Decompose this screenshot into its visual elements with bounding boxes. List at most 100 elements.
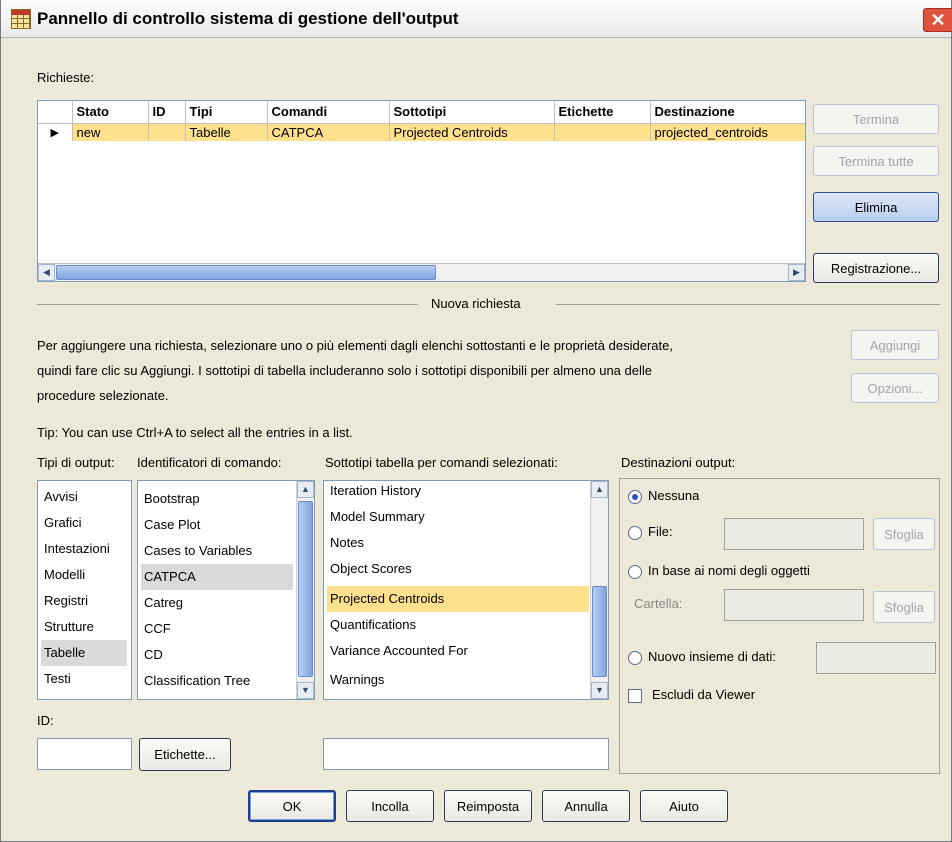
output-management-dialog: Pannello di controllo sistema di gestion…	[0, 0, 952, 842]
list-item[interactable]: Testi	[41, 666, 127, 692]
list-item[interactable]: Iteration History	[327, 481, 589, 504]
table-subtypes-label: Sottotipi tabella per comandi selezionat…	[325, 455, 558, 470]
cell-sottotipi[interactable]: Projected Centroids	[389, 123, 555, 141]
id-label: ID:	[37, 713, 54, 728]
annulla-button[interactable]: Annulla	[542, 790, 630, 822]
requests-grid[interactable]: Stato ID Tipi Comandi Sottotipi Etichett…	[37, 100, 806, 282]
list-item-selected[interactable]: Tabelle	[41, 640, 127, 666]
separator-right	[556, 304, 940, 305]
sfoglia-folder-button[interactable]: Sfoglia	[873, 591, 935, 623]
termina-button[interactable]: Termina	[813, 104, 939, 134]
scroll-down-icon[interactable]: ▼	[591, 682, 608, 699]
list-item[interactable]: Case Plot	[141, 512, 293, 538]
list-item[interactable]: Avvisi	[41, 484, 127, 510]
list-item[interactable]: Strutture	[41, 614, 127, 640]
vertical-scroll-thumb[interactable]	[298, 501, 313, 677]
incolla-button[interactable]: Incolla	[346, 790, 434, 822]
list-item[interactable]: Notes	[327, 530, 589, 556]
list-item[interactable]: Model Summary	[327, 504, 589, 530]
scroll-up-icon[interactable]: ▲	[297, 481, 314, 498]
command-ids-list[interactable]: Bootstrap Case Plot Cases to Variables C…	[137, 480, 315, 700]
dataset-name-field[interactable]	[816, 642, 936, 674]
scroll-down-icon[interactable]: ▼	[297, 682, 314, 699]
command-ids-label: Identificatori di comando:	[137, 455, 282, 470]
exclude-viewer-label: Escludi da Viewer	[652, 687, 756, 702]
requests-horizontal-scrollbar[interactable]: ◀ ▶	[38, 263, 805, 281]
col-tipi[interactable]: Tipi	[185, 101, 268, 124]
table-subtypes-list[interactable]: Iteration History Model Summary Notes Ob…	[323, 480, 609, 700]
col-id[interactable]: ID	[148, 101, 186, 124]
list-item[interactable]: Warnings	[327, 667, 589, 693]
radio-nessuna[interactable]	[628, 490, 642, 504]
list-item[interactable]: Cases to Variables	[141, 538, 293, 564]
list-item[interactable]: Registri	[41, 588, 127, 614]
col-stato[interactable]: Stato	[72, 101, 149, 124]
row-header-corner	[38, 101, 73, 124]
radio-by-object-names[interactable]	[628, 565, 642, 579]
close-icon[interactable]: ✕	[923, 8, 952, 32]
folder-path-field[interactable]	[724, 589, 864, 621]
radio-file[interactable]	[628, 526, 642, 540]
col-destinazione[interactable]: Destinazione	[650, 101, 805, 124]
requests-header-row: Stato ID Tipi Comandi Sottotipi Etichett…	[38, 101, 805, 124]
scroll-right-icon[interactable]: ▶	[788, 264, 805, 281]
new-dataset-label: Nuovo insieme di dati:	[648, 649, 776, 664]
vertical-scroll-thumb[interactable]	[592, 586, 607, 677]
id-input[interactable]	[37, 738, 132, 770]
scroll-up-icon[interactable]: ▲	[591, 481, 608, 498]
cell-comandi[interactable]: CATPCA	[267, 123, 390, 141]
list-item[interactable]: Variance Accounted For	[327, 638, 589, 664]
window-title: Pannello di controllo sistema di gestion…	[37, 9, 459, 28]
radio-new-dataset[interactable]	[628, 651, 642, 665]
cell-tipi[interactable]: Tabelle	[185, 123, 268, 141]
table-subtypes-scrollbar[interactable]: ▲ ▼	[590, 481, 608, 699]
cell-id[interactable]	[148, 123, 186, 141]
requests-label: Richieste:	[37, 70, 95, 85]
title-bar: Pannello di controllo sistema di gestion…	[1, 0, 952, 38]
output-types-label: Tipi di output:	[37, 455, 115, 470]
etichette-button[interactable]: Etichette...	[139, 738, 231, 771]
instructions-line-3: procedure selezionate.	[37, 388, 169, 403]
destinations-label: Destinazioni output:	[621, 455, 736, 470]
separator-left	[37, 304, 418, 305]
list-item[interactable]: Intestazioni	[41, 536, 127, 562]
list-item[interactable]: Modelli	[41, 562, 127, 588]
aiuto-button[interactable]: Aiuto	[640, 790, 728, 822]
cell-stato[interactable]: new	[72, 123, 149, 141]
table-row[interactable]: ▶ new Tabelle CATPCA Projected Centroids…	[38, 123, 805, 141]
subtype-label-input[interactable]	[323, 738, 609, 770]
col-sottotipi[interactable]: Sottotipi	[389, 101, 555, 124]
scroll-left-icon[interactable]: ◀	[38, 264, 55, 281]
by-object-names-label: In base ai nomi degli oggetti	[648, 563, 810, 578]
cell-destinazione[interactable]: projected_centroids	[650, 123, 805, 141]
list-item[interactable]: CD	[141, 642, 293, 668]
destinations-group: Nessuna File: Sfoglia In base ai nomi de…	[619, 478, 940, 774]
list-item[interactable]: Bootstrap	[141, 486, 293, 512]
list-item[interactable]: Grafici	[41, 510, 127, 536]
list-item[interactable]: Classification Tree	[141, 668, 293, 694]
exclude-viewer-checkbox[interactable]	[628, 689, 642, 703]
command-ids-scrollbar[interactable]: ▲ ▼	[296, 481, 314, 699]
row-selector-icon: ▶	[38, 123, 73, 141]
list-item[interactable]: Quantifications	[327, 612, 589, 638]
list-item[interactable]: Object Scores	[327, 556, 589, 582]
col-etichette[interactable]: Etichette	[554, 101, 651, 124]
file-path-field[interactable]	[724, 518, 864, 550]
reimposta-button[interactable]: Reimposta	[444, 790, 532, 822]
sfoglia-file-button[interactable]: Sfoglia	[873, 518, 935, 550]
elimina-button[interactable]: Elimina	[813, 192, 939, 222]
list-item[interactable]: Catreg	[141, 590, 293, 616]
registrazione-button[interactable]: Registrazione...	[813, 253, 939, 283]
opzioni-button[interactable]: Opzioni...	[851, 373, 939, 403]
list-item-selected[interactable]: CATPCA	[141, 564, 293, 590]
horizontal-scroll-thumb[interactable]	[56, 265, 436, 280]
list-item-selected[interactable]: Projected Centroids	[327, 586, 589, 612]
ok-button[interactable]: OK	[248, 790, 336, 822]
list-item[interactable]: CCF	[141, 616, 293, 642]
col-comandi[interactable]: Comandi	[267, 101, 390, 124]
cell-etichette[interactable]	[554, 123, 651, 141]
aggiungi-button[interactable]: Aggiungi	[851, 330, 939, 360]
instructions-line-2: quindi fare clic su Aggiungi. I sottotip…	[37, 363, 652, 378]
termina-tutte-button[interactable]: Termina tutte	[813, 146, 939, 176]
output-types-list[interactable]: Avvisi Grafici Intestazioni Modelli Regi…	[37, 480, 132, 700]
